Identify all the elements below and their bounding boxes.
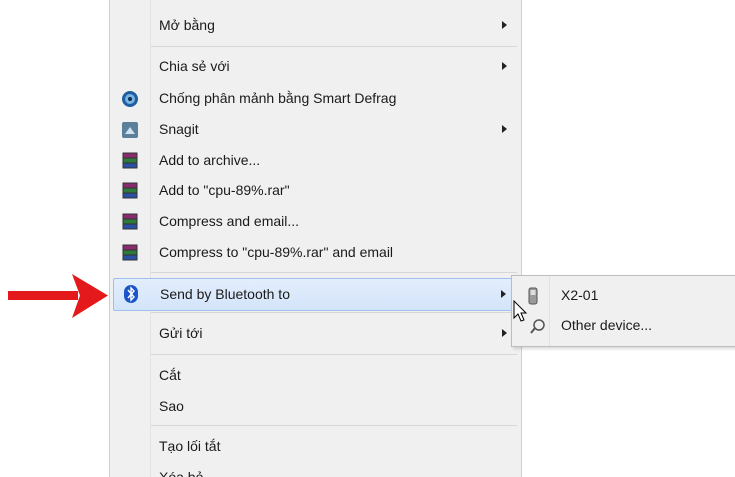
menu-item-label: Xóa bỏ [159,469,204,477]
menu-item-share-with[interactable]: Chia sẻ với [110,51,521,82]
submenu-arrow-icon [502,62,507,70]
menu-item-label: Compress and email... [159,213,300,229]
winrar-icon [121,213,139,231]
menu-separator [151,354,517,355]
menu-item-label: Chống phân mảnh bằng Smart Defrag [159,90,397,106]
menu-item-label: Tạo lối tắt [159,438,221,454]
menu-item-add-to-rar[interactable]: Add to "cpu-89%.rar" [110,175,521,206]
menu-item-open-with[interactable]: Mở bằng [110,10,521,41]
submenu-arrow-icon [502,21,507,29]
submenu-item-other-device[interactable]: Other device... [512,310,735,340]
menu-item-create-shortcut[interactable]: Tạo lối tắt [110,431,521,462]
submenu-arrow-icon [501,290,506,298]
context-menu: Mở bằng Chia sẻ với Chống phân mảnh bằng… [109,0,522,477]
menu-item-label: Cắt [159,367,181,383]
menu-item-smart-defrag[interactable]: Chống phân mảnh bằng Smart Defrag [110,83,521,114]
menu-item-copy[interactable]: Sao [110,391,521,422]
menu-separator [151,425,517,426]
menu-item-label: Mở bằng [159,17,215,33]
phone-icon [528,287,538,308]
menu-item-add-to-archive[interactable]: Add to archive... [110,145,521,176]
winrar-icon [121,244,139,262]
bluetooth-icon [122,285,140,303]
menu-item-label: Compress to "cpu-89%.rar" and email [159,244,394,260]
red-arrow-icon [8,274,108,318]
winrar-icon [121,182,139,200]
menu-item-label: Add to "cpu-89%.rar" [159,182,290,198]
menu-item-label: Send by Bluetooth to [160,286,290,302]
submenu-item-x2-01[interactable]: X2-01 [512,280,735,310]
menu-separator [151,46,517,47]
device-search-icon [528,317,546,338]
menu-item-label: Gửi tới [159,325,203,341]
menu-separator [151,312,517,313]
submenu-arrow-icon [502,329,507,337]
mouse-pointer-icon [513,300,528,322]
submenu-item-label: X2-01 [561,287,599,303]
menu-item-delete[interactable]: Xóa bỏ [110,462,521,477]
menu-item-compress-and-email[interactable]: Compress and email... [110,206,521,237]
menu-item-send-by-bluetooth[interactable]: Send by Bluetooth to [113,278,518,311]
winrar-icon [121,152,139,170]
submenu-item-label: Other device... [561,317,653,333]
bluetooth-submenu: X2-01 Other device... [511,275,735,347]
menu-item-send-to[interactable]: Gửi tới [110,318,521,349]
menu-item-snagit[interactable]: Snagit [110,114,521,145]
menu-item-label: Sao [159,398,184,414]
menu-item-label: Add to archive... [159,152,261,168]
menu-item-label: Chia sẻ với [159,58,230,74]
submenu-arrow-icon [502,125,507,133]
snagit-icon [121,121,139,139]
smart-defrag-icon [121,90,139,108]
menu-separator [151,272,517,273]
menu-item-cut[interactable]: Cắt [110,360,521,391]
menu-item-label: Snagit [159,121,199,137]
menu-item-compress-to-rar-email[interactable]: Compress to "cpu-89%.rar" and email [110,237,521,268]
